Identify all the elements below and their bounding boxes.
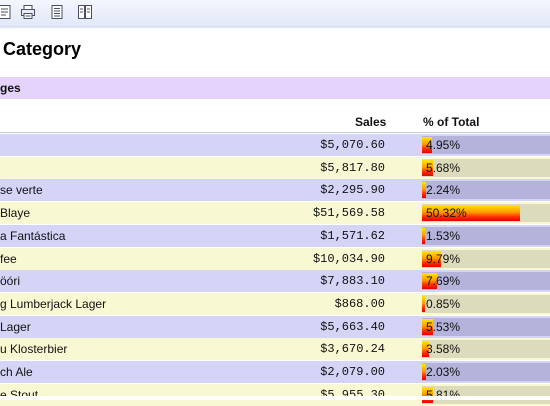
single-page-view-button[interactable]: [48, 3, 66, 21]
percent-bar-track: 50.32%: [422, 204, 550, 223]
table-row: e Stout $5,955.30 5.81%: [0, 383, 550, 406]
percent-bar: [422, 227, 425, 244]
product-name: se verte: [0, 183, 43, 198]
two-page-view-button[interactable]: [76, 3, 94, 21]
percent-bar-track: 0.85%: [422, 294, 550, 313]
table-row: g Lumberjack Lager $868.00 0.85%: [0, 292, 550, 315]
sales-value: $10,034.90: [312, 251, 385, 266]
table-row: a Fantástica $1,571.62 1.53%: [0, 224, 550, 247]
table-row: se verte $2,295.90 2.24%: [0, 179, 550, 202]
sales-value: $2,295.90: [320, 183, 385, 198]
page-edge: [0, 396, 550, 400]
column-header-sales: Sales: [355, 115, 387, 129]
sales-value: $5,817.80: [320, 160, 385, 175]
percent-bar: [422, 295, 425, 312]
sales-value: $5,070.60: [320, 138, 385, 152]
two-page-icon: [77, 4, 93, 20]
percent-value: 0.85%: [426, 296, 461, 311]
column-header-percent: % of Total: [423, 115, 480, 129]
table-row: $5,070.60 4.95%: [0, 134, 550, 156]
percent-value: 2.03%: [426, 365, 461, 379]
table-row: Blaye $51,569.58 50.32%: [0, 202, 550, 225]
percent-bar-track: 4.95%: [422, 136, 550, 154]
group-label: ges: [0, 81, 21, 95]
percent-bar-track: 1.53%: [422, 226, 550, 245]
percent-value: 1.53%: [426, 228, 461, 243]
table-row: ch Ale $2,079.00 2.03%: [0, 361, 550, 383]
percent-value: 4.95%: [426, 138, 461, 152]
product-name: Lager: [0, 319, 31, 334]
percent-value: 7.69%: [426, 274, 461, 289]
sales-value: $3,670.24: [320, 342, 385, 357]
product-name: fee: [0, 251, 17, 266]
table-row: $5,817.80 5.68%: [0, 156, 550, 179]
product-name: ch Ale: [0, 365, 33, 379]
group-header: ges: [0, 77, 550, 99]
percent-value: 5.53%: [426, 319, 461, 334]
page-setup-button[interactable]: [0, 3, 14, 21]
header-divider: [0, 132, 550, 133]
single-page-icon: [49, 4, 65, 20]
page-setup-icon: [0, 4, 13, 20]
table-row: Lager $5,663.40 5.53%: [0, 315, 550, 338]
sales-value: $868.00: [334, 296, 385, 311]
product-name: Blaye: [0, 206, 31, 221]
report-title: Category: [3, 39, 82, 59]
percent-value: 50.32%: [426, 206, 467, 221]
sales-value: $7,883.10: [320, 274, 385, 289]
print-icon: [20, 4, 36, 20]
table-row: fee $10,034.90 9.79%: [0, 247, 550, 270]
sales-value: $1,571.62: [320, 228, 385, 243]
product-name: g Lumberjack Lager: [0, 296, 107, 311]
product-name: öóri: [0, 274, 21, 289]
percent-bar-track: 5.68%: [422, 158, 550, 177]
sales-value: $2,079.00: [320, 365, 385, 379]
percent-bar-track: 5.53%: [422, 317, 550, 336]
percent-value: 9.79%: [426, 251, 461, 266]
table-row: öóri $7,883.10 7.69%: [0, 270, 550, 293]
percent-bar-track: 3.58%: [422, 340, 550, 359]
report-toolbar: [0, 0, 550, 27]
percent-bar-track: 5.81%: [422, 385, 550, 404]
percent-value: 5.68%: [426, 160, 461, 175]
percent-bar-track: 7.69%: [422, 272, 550, 291]
print-button[interactable]: [19, 3, 37, 21]
percent-bar-track: 9.79%: [422, 249, 550, 268]
product-name: a Fantástica: [0, 228, 66, 243]
table-row: u Klosterbier $3,670.24 3.58%: [0, 338, 550, 361]
product-name: u Klosterbier: [0, 342, 68, 357]
percent-bar-track: 2.03%: [422, 363, 550, 381]
percent-value: 3.58%: [426, 342, 461, 357]
sales-value: $5,663.40: [320, 319, 385, 334]
percent-value: 2.24%: [426, 183, 461, 198]
percent-bar-track: 2.24%: [422, 181, 550, 200]
toolbar-shadow: [0, 26, 550, 29]
sales-value: $51,569.58: [312, 206, 385, 221]
